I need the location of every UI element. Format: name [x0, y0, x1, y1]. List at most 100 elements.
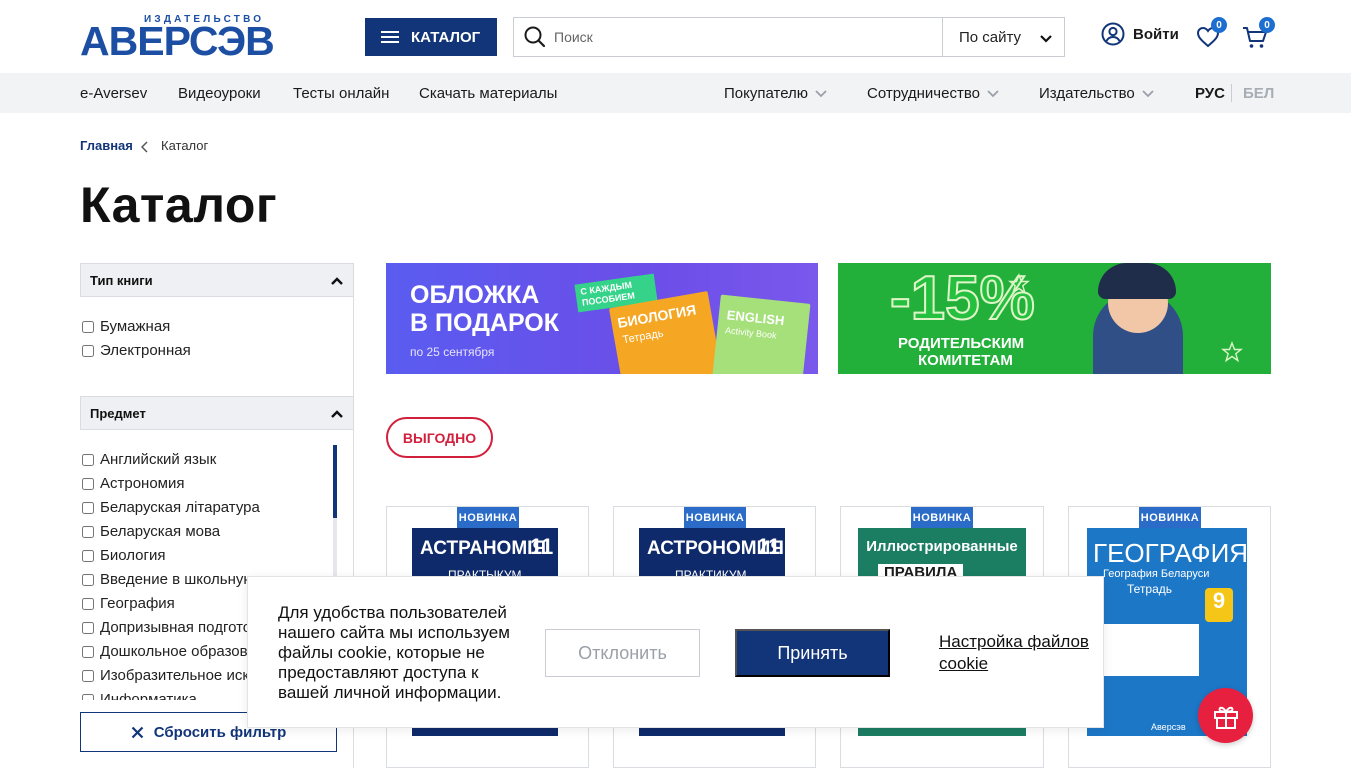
product-cover-publisher: Аверсэв [1151, 722, 1186, 732]
breadcrumb-home[interactable]: Главная [80, 138, 133, 153]
filter-option-subject[interactable]: Информатика [82, 691, 197, 700]
nav-publisher-menu[interactable]: Издательство [1039, 73, 1155, 113]
illustration-hair [1098, 263, 1176, 299]
filter-option-electronic[interactable]: Электронная [82, 342, 191, 359]
nav-download-materials[interactable]: Скачать материалы [419, 73, 557, 113]
filter-option-subject[interactable]: Беларуская літаратура [82, 499, 260, 516]
banner-free-cover[interactable]: ОБЛОЖКА В ПОДАРОК по 25 сентября С КАЖДЫ… [386, 263, 818, 374]
cart-count-badge: 0 [1259, 17, 1275, 33]
new-badge: НОВИНКА [684, 507, 746, 528]
filter-subject-header[interactable]: Предмет [80, 396, 354, 430]
logo-main-text: АВЕРСЭВ [80, 18, 275, 64]
checkbox[interactable] [82, 320, 94, 333]
filter-option-label: Беларуская літаратура [100, 499, 260, 516]
chevron-down-icon [814, 89, 828, 98]
promo-pill-profitable[interactable]: ВЫГОДНО [386, 417, 493, 458]
cookie-settings-link[interactable]: Настройка файлов cookie [939, 631, 1103, 675]
filter-option-subject[interactable]: Беларуская мова [82, 523, 220, 540]
page-title: Каталог [80, 177, 278, 233]
filter-book-type-header[interactable]: Тип книги [80, 263, 354, 297]
banner-parent-line1: РОДИТЕЛЬСКИМ [898, 335, 1025, 352]
product-cover-title: Иллюстрированные [866, 538, 1018, 555]
product-cover-title: АСТРАНОМІЯ [420, 538, 547, 559]
main-nav: e-Aversev Видеоуроки Тесты онлайн Скачат… [0, 73, 1351, 113]
nav-cooperation-menu[interactable]: Сотрудничество [867, 73, 1000, 113]
nav-online-tests[interactable]: Тесты онлайн [293, 73, 389, 113]
banner-free-cover-line1: ОБЛОЖКА [410, 281, 540, 309]
filter-option-label: Беларуская мова [100, 523, 221, 540]
subject-scrollbar-thumb[interactable] [333, 445, 337, 518]
product-cover-title: ГЕОГРАФИЯ [1093, 538, 1247, 568]
filter-option-subject[interactable]: География [82, 595, 175, 612]
checkbox[interactable] [82, 621, 94, 634]
lang-by[interactable]: БЕЛ [1243, 73, 1274, 113]
gift-floating-button[interactable] [1198, 688, 1253, 743]
search-icon[interactable] [524, 26, 546, 48]
filter-option-label: Электронная [100, 342, 191, 359]
search-input[interactable] [546, 29, 926, 45]
banner-free-cover-line2: В ПОДАРОК [410, 309, 559, 337]
filter-option-label: География [100, 595, 175, 612]
nav-buyer-menu[interactable]: Покупателю [724, 73, 828, 113]
lang-ru[interactable]: РУС [1195, 73, 1225, 113]
breadcrumb-current: Каталог [161, 138, 209, 153]
product-cover-grade: 11 [530, 534, 554, 559]
cookie-consent-text: Для удобства пользователей нашего сайта … [278, 603, 510, 702]
header: ИЗДАТЕЛЬСТВО АВЕРСЭВ КАТАЛОГ По сайту Во… [0, 0, 1351, 73]
lang-divider [1231, 84, 1232, 102]
book-cover-image: ENGLISH Activity Book [711, 294, 811, 374]
banner-free-cover-date: по 25 сентября [410, 345, 495, 359]
nav-video-lessons[interactable]: Видеоуроки [178, 73, 261, 113]
filter-option-subject[interactable]: Английский язык [82, 451, 216, 468]
site-logo[interactable]: ИЗДАТЕЛЬСТВО АВЕРСЭВ [80, 14, 292, 62]
new-badge: НОВИНКА [1139, 507, 1201, 528]
checkbox[interactable] [82, 645, 94, 658]
checkbox[interactable] [82, 453, 94, 466]
nav-e-aversev[interactable]: e-Aversev [80, 73, 147, 113]
filter-option-paper[interactable]: Бумажная [82, 318, 170, 335]
book-cover-title: БИОЛОГИЯ [616, 301, 698, 331]
user-icon [1101, 22, 1125, 46]
nav-cooperation-label: Сотрудничество [867, 84, 980, 102]
checkbox[interactable] [82, 525, 94, 538]
search-scope-value: По сайту [959, 28, 1022, 46]
checkbox[interactable] [82, 573, 94, 586]
book-cover-subtitle: Тетрадь [621, 327, 665, 347]
product-cover-notebook [1103, 624, 1199, 676]
filter-option-label: Астрономия [100, 475, 185, 492]
book-cover-title: ENGLISH [726, 307, 786, 329]
checkbox[interactable] [82, 344, 94, 357]
nav-publisher-label: Издательство [1039, 84, 1135, 102]
checkbox[interactable] [82, 597, 94, 610]
checkbox[interactable] [82, 549, 94, 562]
close-icon [131, 726, 144, 739]
filter-option-label: Информатика [100, 691, 197, 700]
checkbox[interactable] [82, 501, 94, 514]
catalog-button-label: КАТАЛОГ [411, 28, 481, 46]
banner-parent-committee[interactable]: -15% РОДИТЕЛЬСКИМ КОМИТЕТАМ [838, 263, 1271, 374]
cookie-decline-button[interactable]: Отклонить [545, 629, 700, 677]
banner-parent-line2: КОМИТЕТАМ [918, 352, 1013, 369]
chevron-down-icon [1039, 31, 1053, 48]
favorites-count-badge: 0 [1211, 17, 1227, 33]
filter-option-subject[interactable]: Астрономия [82, 475, 185, 492]
chevron-left-icon [140, 140, 149, 158]
filter-option-subject[interactable]: Биология [82, 547, 165, 564]
star-icon [1221, 341, 1243, 368]
filter-option-subject[interactable]: Допризывная подготовка [82, 619, 274, 636]
chevron-down-icon [986, 89, 1000, 98]
catalog-button[interactable]: КАТАЛОГ [365, 18, 497, 56]
star-icon [1008, 273, 1030, 300]
filter-option-label: Биология [100, 547, 166, 564]
checkbox[interactable] [82, 669, 94, 682]
chevron-up-icon [330, 407, 344, 422]
cookie-accept-button[interactable]: Принять [735, 629, 890, 677]
gift-icon [1211, 701, 1241, 731]
login-link[interactable]: Войти [1101, 22, 1179, 46]
nav-buyer-label: Покупателю [724, 84, 809, 102]
checkbox[interactable] [82, 477, 94, 490]
chevron-up-icon [330, 274, 344, 289]
checkbox[interactable] [82, 693, 94, 700]
search-scope-select[interactable]: По сайту [942, 18, 1065, 56]
product-cover-subtitle: География Беларуси [1103, 568, 1210, 580]
